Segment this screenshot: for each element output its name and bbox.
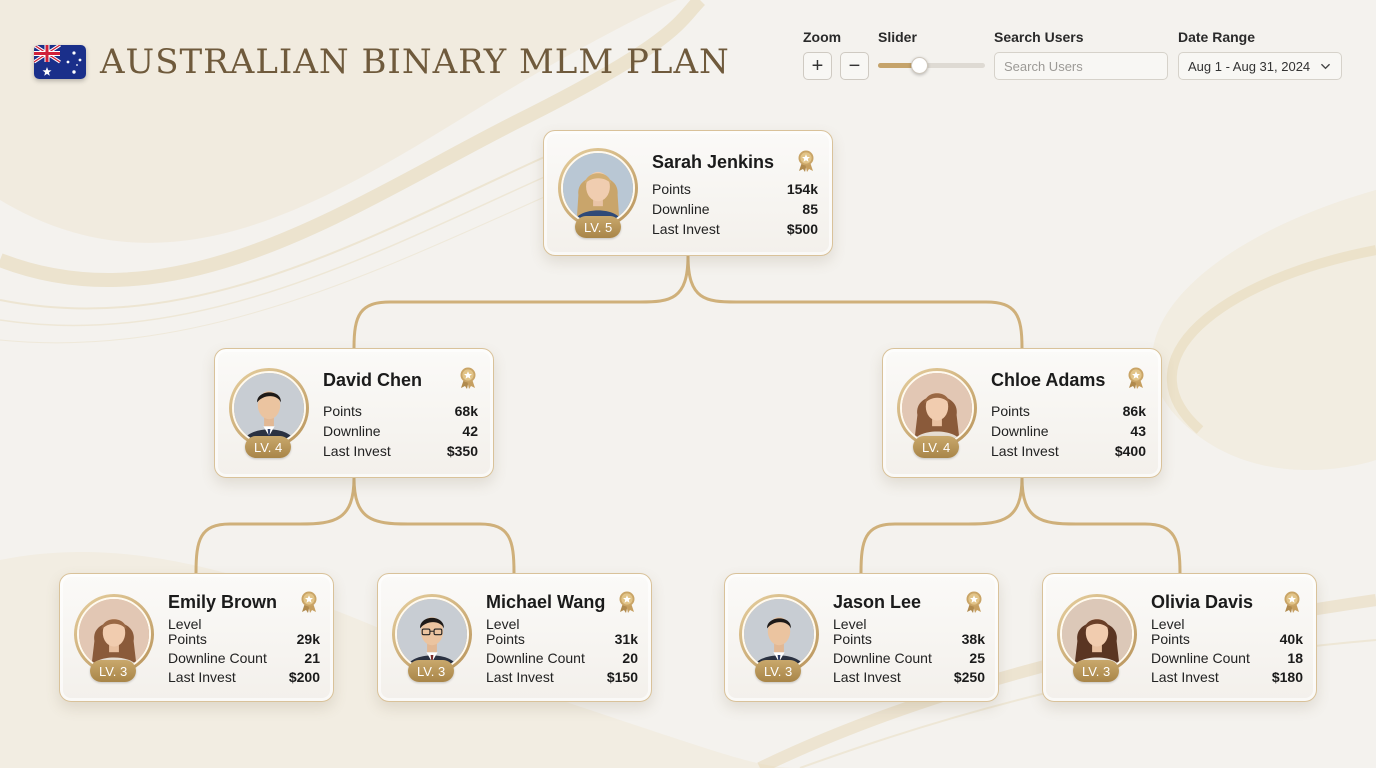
member-photo	[744, 599, 814, 669]
level-label: Level	[486, 616, 520, 632]
date-range-label: Date Range	[1178, 29, 1256, 45]
level-badge: LV. 4	[245, 436, 292, 458]
stat-downline-count: Downline Count 18	[1151, 650, 1303, 666]
slider-handle[interactable]	[910, 57, 928, 74]
stat-last-invest: Last Invest $500	[652, 221, 818, 237]
level-badge: LV. 4	[913, 436, 960, 458]
date-range-select[interactable]: Aug 1 - Aug 31, 2024	[1178, 52, 1342, 80]
medal-icon	[965, 591, 983, 613]
zoom-slider[interactable]	[878, 63, 985, 68]
member-photo	[563, 153, 633, 223]
page-title: AUSTRALIAN BINARY MLM PLAN	[100, 42, 730, 82]
stat-points: Points 154k	[652, 181, 818, 197]
stat-last-invest: Last Invest $400	[991, 443, 1146, 459]
stat-points: Points 31k	[486, 631, 638, 647]
member-card-leaf-3[interactable]: LV. 3 Jason Lee Level Points 38k Downline…	[724, 573, 999, 702]
slider-label: Slider	[878, 29, 917, 45]
member-card-leaf-1[interactable]: LV. 3 Emily Brown Level Points 29k Downli…	[59, 573, 334, 702]
stat-downline-count: Downline Count 21	[168, 650, 320, 666]
australia-flag-icon	[34, 45, 86, 79]
member-name: Emily Brown	[168, 592, 278, 612]
member-name: Sarah Jenkins	[652, 152, 775, 172]
stat-last-invest: Last Invest $150	[486, 669, 638, 685]
stat-last-invest: Last Invest $180	[1151, 669, 1303, 685]
chevron-down-icon	[1321, 63, 1330, 70]
level-label: Level	[833, 616, 867, 632]
member-photo	[79, 599, 149, 669]
medal-icon	[618, 591, 636, 613]
stat-downline: Downline 42	[323, 423, 478, 439]
date-range-value: Aug 1 - Aug 31, 2024	[1188, 58, 1311, 74]
stat-downline-count: Downline Count 20	[486, 650, 638, 666]
stat-downline-count: Downline Count 25	[833, 650, 985, 666]
level-badge: LV. 3	[755, 660, 802, 682]
zoom-label: Zoom	[803, 29, 842, 45]
medal-icon	[797, 150, 815, 172]
member-photo	[397, 599, 467, 669]
member-name: Olivia Davis	[1151, 592, 1254, 612]
medal-icon	[1283, 591, 1301, 613]
brand: AUSTRALIAN BINARY MLM PLAN	[34, 42, 730, 82]
stat-points: Points 38k	[833, 631, 985, 647]
level-badge: LV. 3	[1073, 660, 1120, 682]
search-label: Search Users	[994, 29, 1084, 45]
member-name: Michael Wang	[486, 592, 606, 612]
stat-last-invest: Last Invest $350	[323, 443, 478, 459]
member-card-root[interactable]: LV. 5 Sarah Jenkins Points 154k Downline 8…	[543, 130, 833, 256]
member-card-right[interactable]: LV. 4 Chloe Adams Points 86k Downline 43 L…	[882, 348, 1162, 478]
medal-icon	[1127, 367, 1145, 389]
level-label: Level	[168, 616, 202, 632]
member-card-leaf-4[interactable]: LV. 3 Olivia Davis Level Points 40k Downl…	[1042, 573, 1317, 702]
member-name: David Chen	[323, 370, 423, 390]
stat-points: Points 68k	[323, 403, 478, 419]
stat-last-invest: Last Invest $200	[168, 669, 320, 685]
zoom-out-button[interactable]: −	[840, 52, 869, 80]
member-photo	[902, 373, 972, 443]
member-photo	[234, 373, 304, 443]
stat-points: Points 40k	[1151, 631, 1303, 647]
level-badge: LV. 3	[90, 660, 137, 682]
level-badge: LV. 3	[408, 660, 455, 682]
stat-points: Points 86k	[991, 403, 1146, 419]
member-card-left[interactable]: LV. 4 David Chen Points 68k Downline 42 La…	[214, 348, 494, 478]
medal-icon	[459, 367, 477, 389]
medal-icon	[300, 591, 318, 613]
member-name: Jason Lee	[833, 592, 922, 612]
zoom-in-button[interactable]: +	[803, 52, 832, 80]
stat-downline: Downline 43	[991, 423, 1146, 439]
search-input[interactable]	[994, 52, 1168, 80]
stat-points: Points 29k	[168, 631, 320, 647]
member-photo	[1062, 599, 1132, 669]
member-card-leaf-2[interactable]: LV. 3 Michael Wang Level Points 31k Downl…	[377, 573, 652, 702]
level-badge: LV. 5	[575, 216, 622, 238]
stat-last-invest: Last Invest $250	[833, 669, 985, 685]
level-label: Level	[1151, 616, 1185, 632]
stat-downline: Downline 85	[652, 201, 818, 217]
member-name: Chloe Adams	[991, 370, 1106, 390]
